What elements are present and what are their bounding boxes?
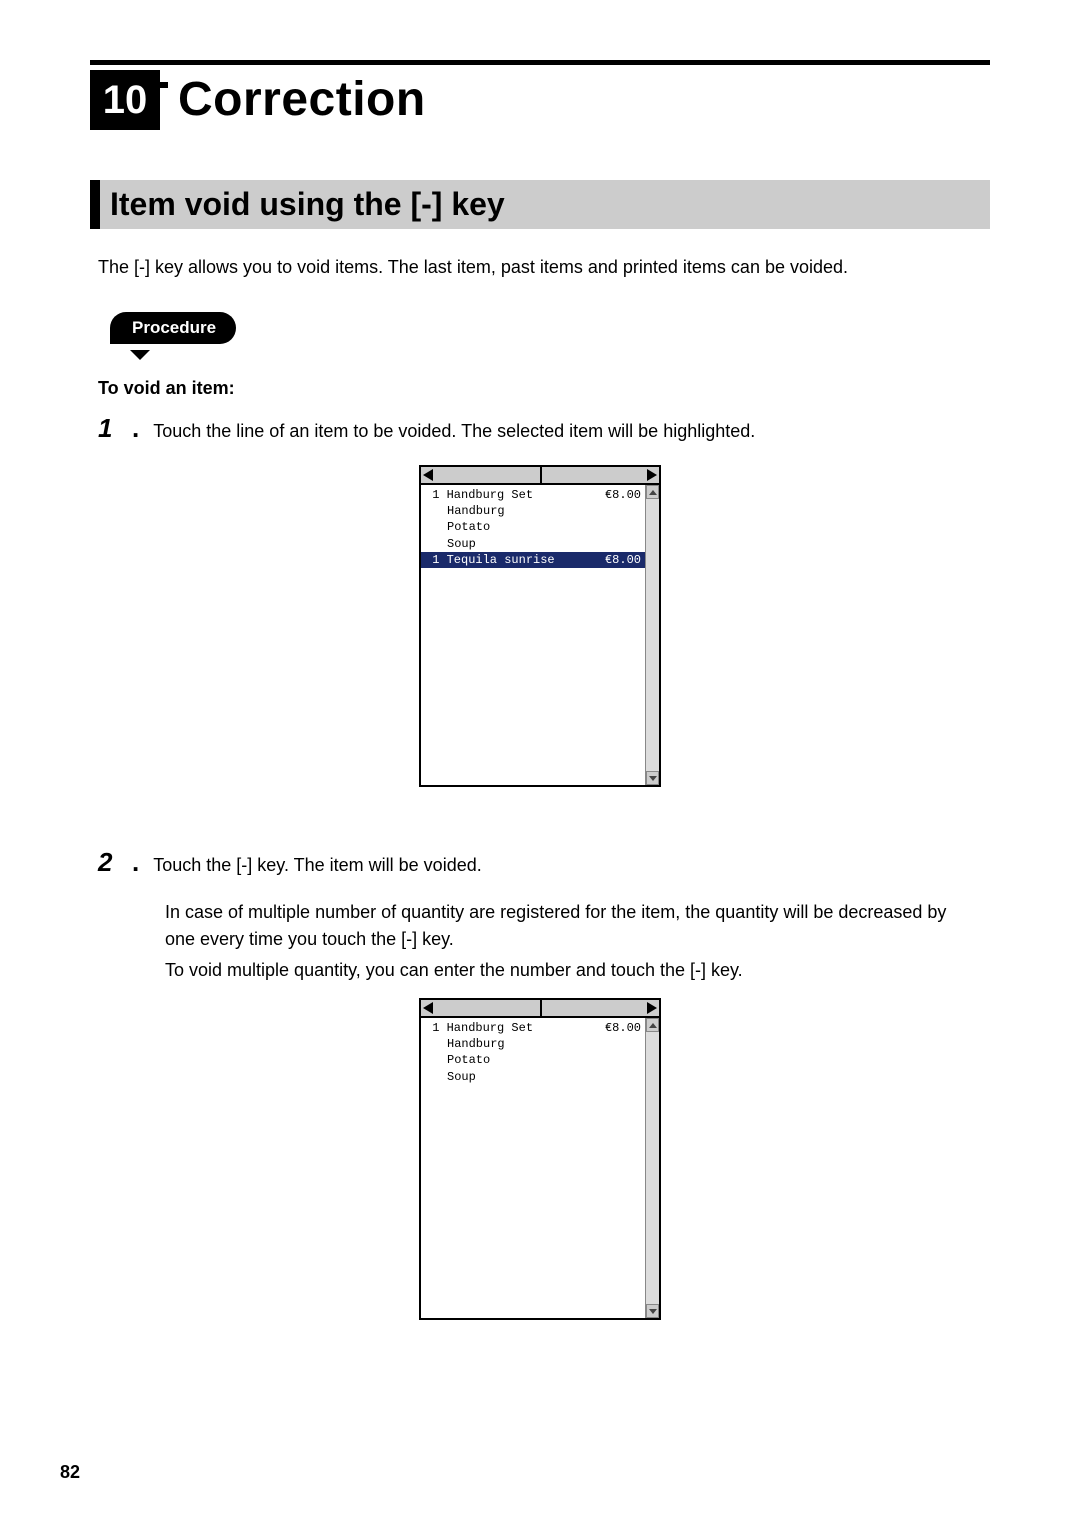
list-row[interactable]: Potato: [425, 519, 641, 535]
step-number: 2: [98, 847, 128, 878]
screen-body: 1 Handburg Set €8.00 HandburgPotatoSoup: [421, 1018, 659, 1318]
chapter-title: Correction: [178, 70, 426, 127]
chapter-header: 10 Correction: [90, 70, 990, 130]
scroll-up-icon[interactable]: [646, 485, 659, 499]
list-row[interactable]: Handburg: [425, 503, 641, 519]
step-dot: .: [132, 413, 139, 444]
list-row[interactable]: Handburg: [425, 1036, 641, 1052]
list-row[interactable]: 1 Handburg Set €8.00: [425, 1020, 641, 1036]
item-name: Soup: [425, 536, 476, 552]
step-number: 1: [98, 413, 128, 444]
tab-cell[interactable]: [540, 1000, 610, 1016]
void-item-label: To void an item:: [98, 378, 990, 399]
list-row[interactable]: Soup: [425, 536, 641, 552]
step-text: Touch the line of an item to be voided. …: [153, 418, 990, 445]
page-number: 82: [60, 1462, 80, 1483]
tab-cell[interactable]: [540, 467, 610, 483]
tab-right-arrow-icon[interactable]: [647, 469, 657, 481]
scrollbar[interactable]: [645, 1018, 659, 1318]
item-name: 1 Tequila sunrise: [425, 552, 555, 568]
screenshot-1-wrap: 1 Handburg Set €8.00 HandburgPotatoSoup 1 …: [90, 465, 990, 787]
item-name: Soup: [425, 1069, 476, 1085]
tab-cell[interactable]: [470, 1000, 540, 1016]
item-list[interactable]: 1 Handburg Set €8.00 HandburgPotatoSoup 1 …: [421, 485, 645, 785]
pos-screen-2: 1 Handburg Set €8.00 HandburgPotatoSoup: [419, 998, 661, 1320]
item-name: Potato: [425, 1052, 490, 1068]
step-1: 1 . Touch the line of an item to be void…: [98, 413, 990, 445]
tab-left-arrow-icon[interactable]: [423, 469, 433, 481]
scroll-down-icon[interactable]: [646, 771, 659, 785]
screenshot-2-wrap: 1 Handburg Set €8.00 HandburgPotatoSoup: [90, 998, 990, 1320]
step-text: Touch the [-] key. The item will be void…: [153, 852, 990, 879]
list-row[interactable]: Potato: [425, 1052, 641, 1068]
list-row[interactable]: Soup: [425, 1069, 641, 1085]
item-name: 1 Handburg Set: [425, 487, 533, 503]
item-price: €8.00: [605, 552, 641, 568]
scrollbar[interactable]: [645, 485, 659, 785]
tab-left-arrow-icon[interactable]: [423, 1002, 433, 1014]
tab-cell[interactable]: [470, 467, 540, 483]
item-list[interactable]: 1 Handburg Set €8.00 HandburgPotatoSoup: [421, 1018, 645, 1318]
item-name: Handburg: [425, 503, 505, 519]
section-title: Item void using the [-] key: [90, 180, 990, 229]
tab-bar: [421, 467, 659, 485]
procedure-badge: Procedure: [110, 312, 236, 344]
tab-dividers: [470, 467, 610, 483]
item-name: Handburg: [425, 1036, 505, 1052]
tab-dividers: [470, 1000, 610, 1016]
item-name: 1 Handburg Set: [425, 1020, 533, 1036]
scroll-down-icon[interactable]: [646, 1304, 659, 1318]
intro-text: The [-] key allows you to void items. Th…: [98, 257, 990, 278]
step-2: 2 . Touch the [-] key. The item will be …: [98, 847, 990, 879]
chapter-rule: [90, 60, 990, 65]
item-name: Potato: [425, 519, 490, 535]
step-dot: .: [132, 847, 139, 878]
item-price: €8.00: [605, 487, 641, 503]
step-2-sub-1: In case of multiple number of quantity a…: [165, 899, 960, 953]
chapter-number-badge: 10: [90, 70, 160, 130]
step-2-sub-2: To void multiple quantity, you can enter…: [165, 957, 960, 984]
list-row-selected[interactable]: 1 Tequila sunrise €8.00: [421, 552, 645, 568]
scroll-up-icon[interactable]: [646, 1018, 659, 1032]
pos-screen-1: 1 Handburg Set €8.00 HandburgPotatoSoup 1 …: [419, 465, 661, 787]
list-row[interactable]: 1 Handburg Set €8.00: [425, 487, 641, 503]
tab-right-arrow-icon[interactable]: [647, 1002, 657, 1014]
chapter-number: 10: [103, 78, 148, 123]
tab-bar: [421, 1000, 659, 1018]
screen-body: 1 Handburg Set €8.00 HandburgPotatoSoup 1 …: [421, 485, 659, 785]
item-price: €8.00: [605, 1020, 641, 1036]
procedure-badge-tail: [130, 350, 150, 360]
